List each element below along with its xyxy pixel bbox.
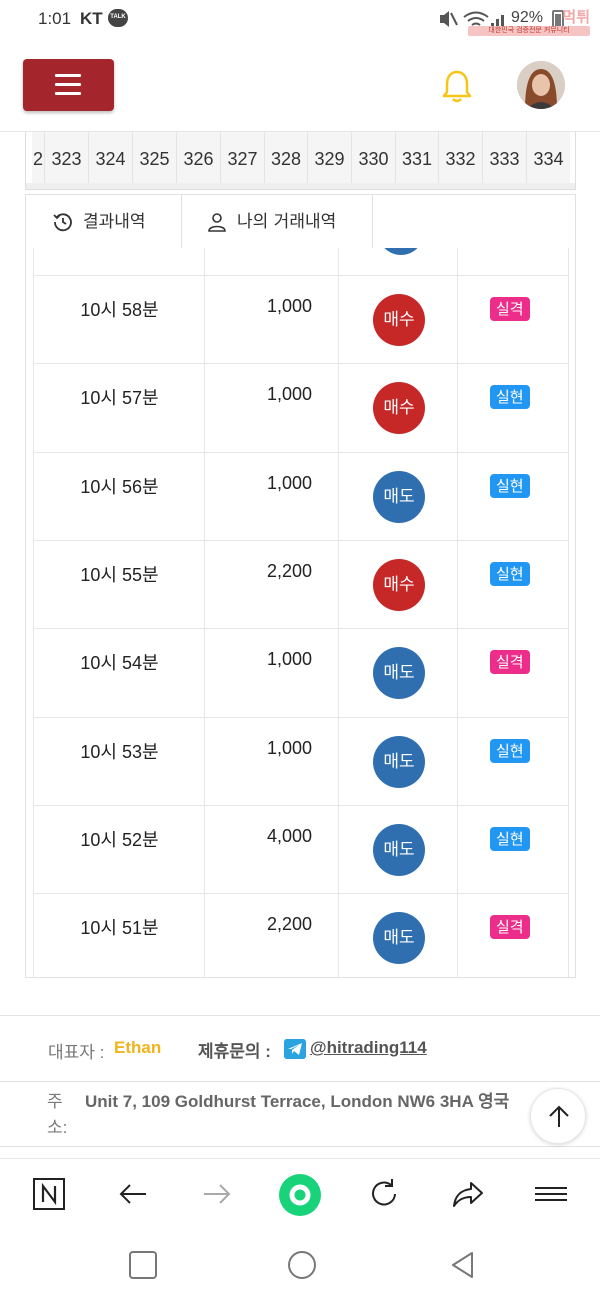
scroll-to-top-button[interactable] xyxy=(530,1088,586,1144)
sell-type-circle: 매도 xyxy=(373,735,425,788)
telegram-icon[interactable] xyxy=(284,1039,306,1059)
tab-results[interactable]: 결과내역 xyxy=(26,195,182,249)
table-row: 10시 52분 4,000 매도 실현 xyxy=(33,804,569,894)
round-number-cell[interactable]: 331 xyxy=(395,132,438,184)
result-badge: 실현 xyxy=(490,561,530,586)
result-badge: 실현 xyxy=(490,826,530,851)
site-footer: 대표자 : Ethan 제휴문의 : @hitrading114 주소: Uni… xyxy=(0,1016,600,1156)
menu-icon[interactable] xyxy=(534,1177,568,1211)
round-number-cell[interactable]: 329 xyxy=(307,132,351,184)
kakaotalk-notification-icon: TALK xyxy=(108,9,128,27)
watermark-logo: 먹튀 대한민국 검증전문 커뮤니티 xyxy=(466,6,594,36)
sell-type-circle: 매도 xyxy=(373,470,425,523)
round-number-cell[interactable]: 2 xyxy=(32,132,44,184)
table-row: 10시 57분 1,000 매수 실현 xyxy=(33,363,569,453)
sell-circle-partial xyxy=(378,248,424,255)
trade-amount: 1,000 xyxy=(266,472,312,493)
sell-type-circle: 매도 xyxy=(373,823,425,876)
representative-name: Ethan xyxy=(114,1038,162,1057)
round-number-cell[interactable]: 326 xyxy=(176,132,220,184)
mute-icon xyxy=(440,11,458,27)
history-icon xyxy=(53,213,72,232)
arrow-up-icon xyxy=(549,1105,569,1127)
table-row-partial xyxy=(33,248,569,275)
result-badge: 실현 xyxy=(490,385,530,410)
avatar[interactable] xyxy=(517,61,565,109)
buy-type-circle: 매수 xyxy=(373,294,425,346)
buy-type-circle: 매수 xyxy=(373,382,425,435)
user-icon xyxy=(208,213,226,232)
table-row: 10시 55분 2,200 매수 실현 xyxy=(33,539,569,629)
tab-my-trades-label: 나의 거래내역 xyxy=(237,212,337,232)
result-badge: 실격 xyxy=(490,915,530,940)
status-time: 1:01 xyxy=(38,9,72,28)
round-number-cell[interactable]: 332 xyxy=(438,132,482,184)
round-number-cell[interactable]: 327 xyxy=(220,132,264,184)
round-number-cell[interactable]: 330 xyxy=(351,132,395,184)
trade-time: 10시 56분 xyxy=(80,476,159,497)
back-arrow-icon[interactable] xyxy=(116,1177,150,1211)
back-icon[interactable] xyxy=(448,1250,478,1280)
round-number-cell[interactable]: 334 xyxy=(526,132,570,184)
round-number-cell[interactable]: 323 xyxy=(44,132,88,184)
trade-amount: 1,000 xyxy=(266,384,312,405)
status-bar: 1:01 KT TALK 92% 먹튀 대한민국 검증전문 커뮤니티 xyxy=(0,0,600,38)
forward-arrow-icon[interactable] xyxy=(200,1177,234,1211)
refresh-icon[interactable] xyxy=(367,1177,401,1211)
tab-bar: 결과내역 나의 거래내역 xyxy=(25,194,576,251)
browser-toolbar xyxy=(0,1158,600,1230)
trade-time: 10시 58분 xyxy=(80,300,159,320)
round-number-strip[interactable]: 2 323 324 325 326 327 328 329 330 331 332 333 334 xyxy=(25,132,576,190)
trade-time: 10시 57분 xyxy=(80,388,159,409)
sell-type-circle: 매도 xyxy=(373,647,425,700)
round-number-cell[interactable]: 325 xyxy=(132,132,176,184)
result-badge: 실격 xyxy=(490,650,530,675)
recent-apps-icon[interactable] xyxy=(128,1250,158,1280)
horizontal-scrollbar[interactable] xyxy=(26,183,575,189)
trade-amount: 1,000 xyxy=(266,649,312,670)
trade-time: 10시 54분 xyxy=(80,653,159,674)
trade-history-table: 10시 58분 1,000 매수 실격 10시 57분 1,000 매수 실현 10시 56분 1… xyxy=(25,248,576,978)
contact-label: 제휴문의 : xyxy=(198,1042,271,1061)
trade-time: 10시 55분 xyxy=(80,564,159,585)
round-number-cell[interactable]: 324 xyxy=(88,132,132,184)
trade-time: 10시 52분 xyxy=(80,829,159,850)
round-number-cell[interactable]: 333 xyxy=(482,132,526,184)
trade-amount: 1,000 xyxy=(266,296,312,316)
result-badge: 실현 xyxy=(490,473,530,498)
table-row: 10시 54분 1,000 매도 실격 xyxy=(33,628,569,718)
bell-icon[interactable] xyxy=(440,68,474,104)
tab-results-label: 결과내역 xyxy=(83,212,146,232)
representative-label: 대표자 : xyxy=(48,1043,105,1062)
trade-amount: 2,200 xyxy=(266,560,312,581)
result-badge: 실현 xyxy=(490,738,530,763)
app-header xyxy=(0,38,600,132)
address-label: 주소: xyxy=(47,1092,68,1137)
home-circle-icon[interactable] xyxy=(278,1173,322,1217)
trade-amount: 4,000 xyxy=(266,825,312,846)
table-row: 10시 53분 1,000 매도 실현 xyxy=(33,716,569,806)
home-icon[interactable] xyxy=(286,1249,318,1281)
tab-my-trades[interactable]: 나의 거래내역 xyxy=(182,195,373,251)
buy-type-circle: 매수 xyxy=(373,558,425,611)
system-navigation-bar xyxy=(0,1230,600,1300)
result-badge: 실격 xyxy=(490,297,530,321)
table-row: 10시 56분 1,000 매도 실현 xyxy=(33,451,569,541)
share-icon[interactable] xyxy=(451,1177,485,1211)
hamburger-menu-button[interactable] xyxy=(23,59,114,111)
table-row: 10시 58분 1,000 매수 실격 xyxy=(33,275,569,364)
avatar-image xyxy=(517,61,565,109)
trade-amount: 1,000 xyxy=(266,737,312,758)
trade-amount: 2,200 xyxy=(266,914,312,935)
round-number-cell[interactable]: 328 xyxy=(264,132,307,184)
telegram-contact-link[interactable]: @hitrading114 xyxy=(310,1038,427,1058)
trade-time: 10시 53분 xyxy=(80,741,159,762)
naver-n-icon[interactable] xyxy=(32,1177,66,1211)
sell-type-circle: 매도 xyxy=(373,912,425,965)
trade-time: 10시 51분 xyxy=(80,918,159,939)
address-text: Unit 7, 109 Goldhurst Terrace, London NW… xyxy=(85,1092,510,1111)
carrier-label: KT xyxy=(80,9,103,28)
table-row: 10시 51분 2,200 매도 실격 xyxy=(33,893,569,977)
